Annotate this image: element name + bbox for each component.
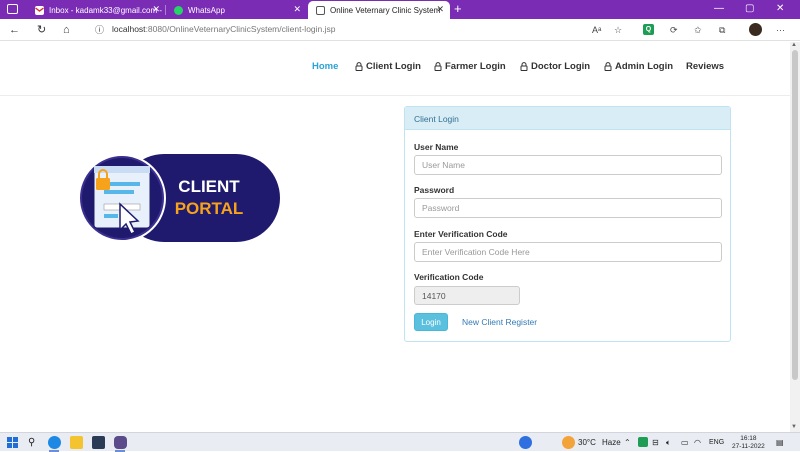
verification-code-input[interactable]	[414, 242, 722, 262]
lock-icon	[520, 62, 528, 71]
scrollbar-thumb[interactable]	[792, 50, 798, 380]
info-icon[interactable]: ⓘ	[95, 23, 104, 37]
nav-client-login[interactable]: Client Login	[355, 61, 421, 72]
more-menu-icon[interactable]: ···	[776, 23, 785, 37]
file-explorer-icon[interactable]	[70, 436, 83, 449]
search-icon[interactable]: ⚲	[28, 436, 35, 449]
favorite-star-icon[interactable]: ☆	[614, 23, 622, 37]
close-window-icon[interactable]: ✕	[776, 3, 784, 14]
weather-desc[interactable]: Haze	[602, 436, 621, 449]
clock-time: 16:18	[740, 435, 757, 442]
scroll-down-icon[interactable]: ▼	[791, 424, 797, 430]
tray-q-icon[interactable]	[638, 437, 648, 447]
clock[interactable]: 16:18 27-11-2022	[732, 435, 765, 451]
url-field[interactable]: localhost:8080/OnlineVeternaryClinicSyst…	[112, 24, 336, 34]
gmail-icon	[35, 5, 44, 15]
weather-icon[interactable]	[562, 436, 575, 449]
client-login-panel: Client Login User Name Password Enter Ve…	[404, 106, 731, 342]
new-tab-button[interactable]: +	[454, 1, 462, 17]
windows-start-icon[interactable]	[6, 436, 19, 449]
refresh-icon[interactable]: ↻	[37, 23, 46, 37]
web-page: Home Client Login Farmer Login Doctor Lo…	[0, 42, 790, 432]
nav-label: Client Login	[366, 61, 421, 72]
nav-reviews[interactable]: Reviews	[686, 61, 724, 72]
login-button[interactable]: Login	[414, 313, 448, 331]
windows-taskbar: ⚲ 30°C Haze ⌃ ⊟ 🔈︎ ▭ ◠ ENG 16:18 27-11-2…	[0, 432, 800, 452]
workspaces-icon[interactable]	[7, 4, 18, 14]
username-label: User Name	[414, 142, 459, 152]
weather-temp[interactable]: 30°C	[578, 436, 596, 449]
padlock-icon	[96, 178, 110, 190]
nav-farmer-login[interactable]: Farmer Login	[434, 61, 506, 72]
page-scrollbar[interactable]: ▲ ▼	[790, 42, 800, 432]
verification-code-label: Verification Code	[414, 272, 484, 282]
network-icon[interactable]: ⊟	[652, 436, 659, 449]
page-icon	[316, 5, 325, 15]
wifi-icon[interactable]: ◠	[694, 436, 701, 449]
close-icon[interactable]: ✕	[152, 5, 160, 14]
terminal-icon[interactable]	[92, 436, 105, 449]
lock-icon	[434, 62, 442, 71]
extension-icon[interactable]: ⟳	[670, 23, 678, 37]
new-client-register-link[interactable]: New Client Register	[462, 317, 537, 327]
url-host: localhost	[112, 24, 146, 34]
client-portal-logo: CLIENT PORTAL	[80, 154, 280, 242]
password-input[interactable]	[414, 198, 722, 218]
edge-icon[interactable]	[48, 436, 61, 449]
nav-admin-login[interactable]: Admin Login	[604, 61, 673, 72]
profile-avatar[interactable]	[749, 23, 762, 36]
window-line	[104, 190, 134, 194]
nav-label: Doctor Login	[531, 61, 591, 72]
tab-whatsapp[interactable]: WhatsApp ✕	[167, 1, 307, 19]
logo-text-line2: PORTAL	[175, 199, 244, 218]
minimize-icon[interactable]: —	[714, 3, 724, 14]
extension-q-icon[interactable]: Q	[643, 24, 654, 35]
collections-icon[interactable]: ⧉	[719, 23, 725, 37]
password-label: Password	[414, 185, 455, 195]
notifications-icon[interactable]: ▤	[776, 436, 784, 449]
address-bar: ← ↻ ⌂ ⓘ localhost:8080/OnlineVeternaryCl…	[0, 19, 800, 41]
logo-text-line1: CLIENT	[178, 177, 240, 196]
browser-tab-bar: Inbox - kadamk33@gmail.com - ✕ WhatsApp …	[0, 0, 800, 19]
language-indicator[interactable]: ENG	[709, 436, 724, 449]
home-icon[interactable]: ⌂	[63, 23, 70, 37]
favorites-icon[interactable]: ✩	[694, 23, 702, 37]
whatsapp-icon	[174, 5, 183, 15]
url-path: :8080/OnlineVeternaryClinicSystem/client…	[145, 24, 336, 34]
lock-icon	[355, 62, 363, 71]
nav-home[interactable]: Home	[312, 61, 338, 72]
verification-code-display	[414, 286, 520, 305]
back-arrow-icon[interactable]: ←	[9, 23, 20, 37]
chevron-up-icon[interactable]: ⌃	[624, 436, 631, 449]
tab-separator	[165, 5, 166, 15]
username-input[interactable]	[414, 155, 722, 175]
clock-date: 27-11-2022	[732, 443, 765, 450]
verification-input-label: Enter Verification Code	[414, 229, 508, 239]
scroll-up-icon[interactable]: ▲	[791, 42, 797, 48]
nav-label: Admin Login	[615, 61, 674, 72]
help-icon[interactable]	[519, 436, 532, 449]
site-header: Home Client Login Farmer Login Doctor Lo…	[0, 42, 790, 96]
read-aloud-icon[interactable]: Aᵃ	[592, 23, 601, 37]
lock-icon	[604, 62, 612, 71]
tab-gmail[interactable]: Inbox - kadamk33@gmail.com - ✕	[26, 1, 166, 19]
close-icon[interactable]: ✕	[436, 5, 444, 14]
nav-label: Farmer Login	[445, 61, 506, 72]
close-icon[interactable]: ✕	[293, 5, 301, 14]
nav-doctor-login[interactable]: Doctor Login	[520, 61, 590, 72]
app-icon[interactable]	[114, 436, 127, 449]
maximize-icon[interactable]: ▢	[745, 3, 754, 14]
window-button	[104, 214, 118, 218]
tab-title: WhatsApp	[188, 5, 225, 15]
tab-title: Inbox - kadamk33@gmail.com -	[49, 5, 163, 15]
tab-title: Online Veternary Clinic System	[330, 5, 441, 15]
battery-icon[interactable]: ▭	[681, 436, 689, 449]
panel-title: Client Login	[405, 107, 730, 130]
speaker-icon[interactable]: 🔈︎	[666, 436, 671, 449]
tab-clinic-system[interactable]: Online Veternary Clinic System ✕	[308, 1, 450, 19]
